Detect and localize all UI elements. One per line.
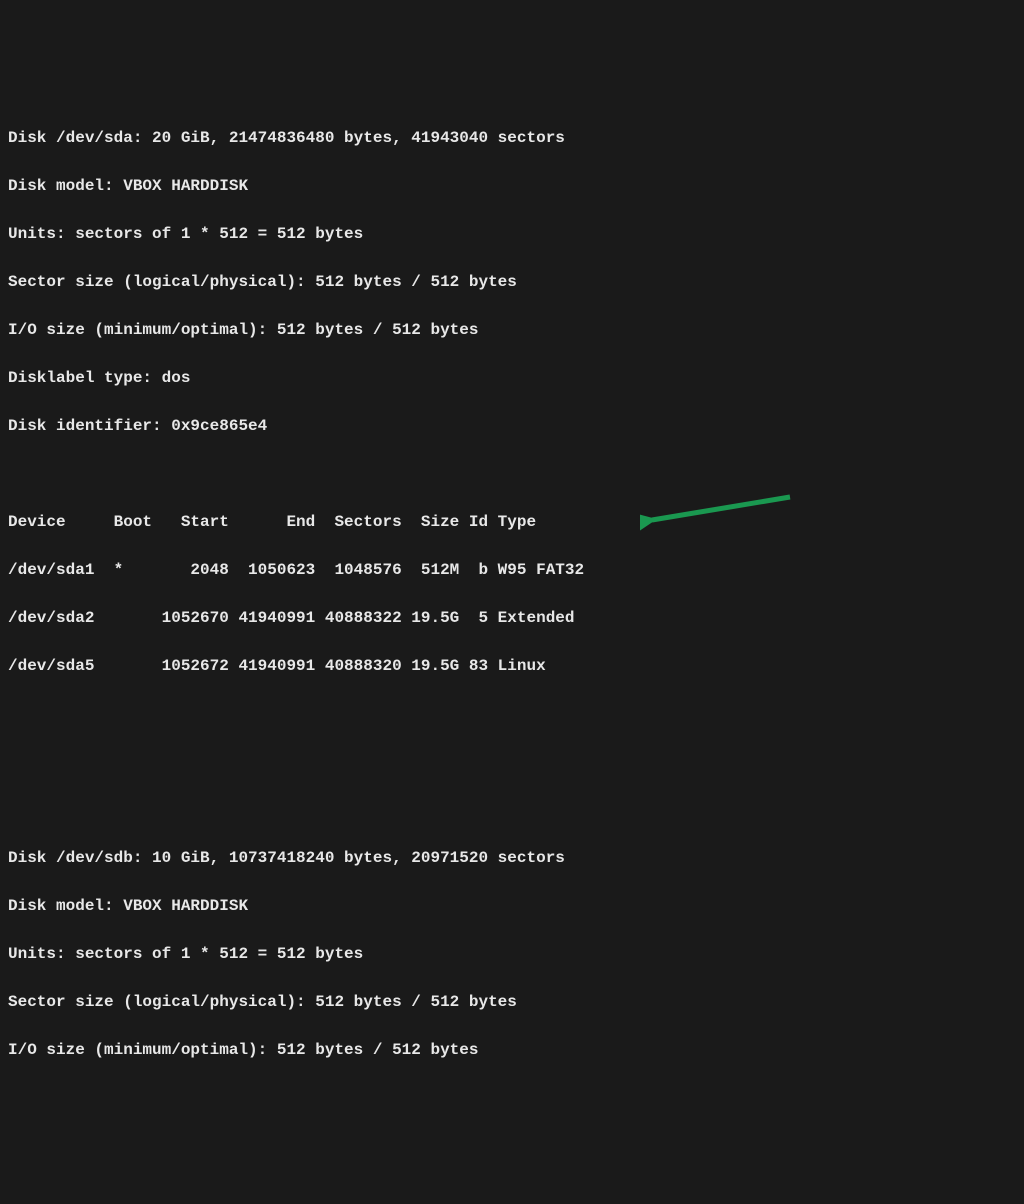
- terminal-output-sda: Disk /dev/sda: 20 GiB, 21474836480 bytes…: [8, 102, 1016, 702]
- sdb-io: I/O size (minimum/optimal): 512 bytes / …: [8, 1038, 1016, 1062]
- sda-model: Disk model: VBOX HARDDISK: [8, 174, 1016, 198]
- partition-row-sda2: /dev/sda2 1052670 41940991 40888322 19.5…: [8, 606, 1016, 630]
- sdb-header: Disk /dev/sdb: 10 GiB, 10737418240 bytes…: [8, 846, 1016, 870]
- sda-label: Disklabel type: dos: [8, 366, 1016, 390]
- sda-sector: Sector size (logical/physical): 512 byte…: [8, 270, 1016, 294]
- sda-units: Units: sectors of 1 * 512 = 512 bytes: [8, 222, 1016, 246]
- sda-io: I/O size (minimum/optimal): 512 bytes / …: [8, 318, 1016, 342]
- sdb-units: Units: sectors of 1 * 512 = 512 bytes: [8, 942, 1016, 966]
- sda-id: Disk identifier: 0x9ce865e4: [8, 414, 1016, 438]
- sdb-sector: Sector size (logical/physical): 512 byte…: [8, 990, 1016, 1014]
- partition-table-header: Device Boot Start End Sectors Size Id Ty…: [8, 510, 1016, 534]
- terminal-output-sdb: Disk /dev/sdb: 10 GiB, 10737418240 bytes…: [8, 822, 1016, 1086]
- partition-row-sda5: /dev/sda5 1052672 41940991 40888320 19.5…: [8, 654, 1016, 678]
- sda-header: Disk /dev/sda: 20 GiB, 21474836480 bytes…: [8, 126, 1016, 150]
- partition-row-sda1: /dev/sda1 * 2048 1050623 1048576 512M b …: [8, 558, 1016, 582]
- sdb-model: Disk model: VBOX HARDDISK: [8, 894, 1016, 918]
